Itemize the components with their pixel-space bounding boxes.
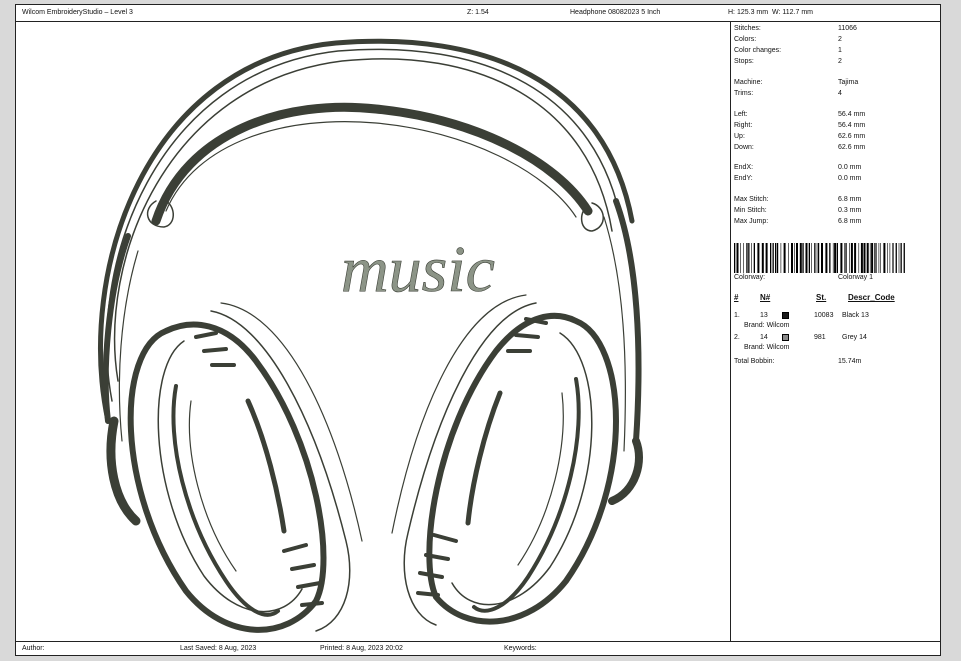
- stat-label: Stitches:: [734, 25, 761, 32]
- stat-value: 1: [838, 47, 842, 54]
- thread-description: Grey 14: [842, 334, 867, 341]
- stat-value: 62.6 mm: [838, 144, 866, 151]
- stat-label: Trims:: [734, 90, 754, 97]
- stat-value: 6.8 mm: [838, 218, 862, 225]
- thread-brand-row: Brand: Wilcom: [734, 321, 934, 331]
- keywords-label: Keywords:: [504, 645, 537, 652]
- author-label: Author:: [22, 645, 45, 652]
- header-bar: Wilcom EmbroideryStudio – Level 3 Z: 1.5…: [16, 5, 940, 22]
- col-n: N#: [760, 293, 771, 302]
- printed-date: Printed: 8 Aug, 2023 20:02: [320, 645, 403, 652]
- left-ear-cup: [106, 302, 363, 633]
- thread-row: 1. 13 10083 Black 13: [734, 311, 934, 321]
- barcode: [734, 243, 905, 273]
- stat-label: EndY:: [734, 175, 753, 182]
- thread-color-swatch: [782, 312, 789, 319]
- thread-brand-row: Brand: Wilcom: [734, 343, 934, 353]
- footer-bar: Author: Last Saved: 8 Aug, 2023 Printed:…: [16, 641, 940, 656]
- stat-value: 2: [838, 36, 842, 43]
- thread-color-swatch: [782, 334, 789, 341]
- stat-label: Stops:: [734, 58, 754, 65]
- total-bobbin-value: 15.74m: [838, 358, 862, 365]
- stat-value: 56.4 mm: [838, 111, 866, 118]
- headphone-embroidery-artwork: music: [98, 38, 643, 633]
- app-title: Wilcom EmbroideryStudio – Level 3: [22, 9, 133, 16]
- thread-table-header: # N# St. Descr_Code: [734, 293, 934, 304]
- stat-label: Colors:: [734, 36, 757, 43]
- col-descr: Descr_Code: [848, 293, 895, 302]
- thread-stitches: 981: [814, 334, 826, 341]
- design-preview: music: [16, 21, 731, 641]
- stat-label: Right:: [734, 122, 753, 129]
- stat-value: 11066: [838, 25, 857, 32]
- stat-value: 2: [838, 58, 842, 65]
- headband-outer: [98, 38, 635, 424]
- thread-number: 13: [760, 312, 768, 319]
- stat-label: Machine:: [734, 79, 763, 86]
- thread-index: 2.: [734, 334, 740, 341]
- thread-number: 14: [760, 334, 768, 341]
- col-st: St.: [816, 293, 827, 302]
- design-name: Headphone 08082023 5 Inch: [570, 9, 661, 16]
- stat-value: 56.4 mm: [838, 122, 866, 129]
- music-text: music: [341, 233, 495, 306]
- stat-value: 0.0 mm: [838, 175, 862, 182]
- stat-value: 0.0 mm: [838, 164, 862, 171]
- col-num: #: [734, 293, 739, 302]
- thread-brand: Brand: Wilcom: [744, 344, 790, 351]
- stat-label: Color changes:: [734, 47, 782, 54]
- stat-value: 6.8 mm: [838, 196, 862, 203]
- stat-label: Down:: [734, 144, 754, 151]
- thread-index: 1.: [734, 312, 740, 319]
- design-height: H: 125.3 mm: [728, 9, 769, 16]
- stats-panel: Stitches: 11066 Colors: 2 Color changes: 1 Sto…: [731, 21, 940, 641]
- design-width: W: 112.7 mm: [772, 9, 813, 16]
- stat-label: Max Stitch:: [734, 196, 769, 203]
- stat-label: Left:: [734, 111, 748, 118]
- stat-value: Tajima: [838, 79, 859, 86]
- stat-label: Up:: [734, 133, 745, 140]
- thread-stitches: 10083: [814, 312, 834, 319]
- thread-row: 2. 14 981 Grey 14: [734, 333, 934, 343]
- stat-label: EndX:: [734, 164, 754, 171]
- thread-brand: Brand: Wilcom: [744, 322, 790, 329]
- total-bobbin-label: Total Bobbin:: [734, 358, 775, 365]
- stat-value: 4: [838, 90, 842, 97]
- stat-value: 62.6 mm: [838, 133, 866, 140]
- headband-padding: [151, 102, 593, 226]
- last-saved: Last Saved: 8 Aug, 2023: [180, 645, 257, 652]
- stat-label: Max Jump:: [734, 218, 769, 225]
- colorway-value: Colorway 1: [838, 274, 874, 281]
- thread-description: Black 13: [842, 312, 869, 319]
- print-preview-sheet: Wilcom EmbroideryStudio – Level 3 Z: 1.5…: [15, 4, 941, 656]
- zoom-level: Z: 1.54: [467, 9, 489, 16]
- stat-value: 0.3 mm: [838, 207, 862, 214]
- colorway-label: Colorway:: [734, 274, 766, 281]
- stat-label: Min Stitch:: [734, 207, 767, 214]
